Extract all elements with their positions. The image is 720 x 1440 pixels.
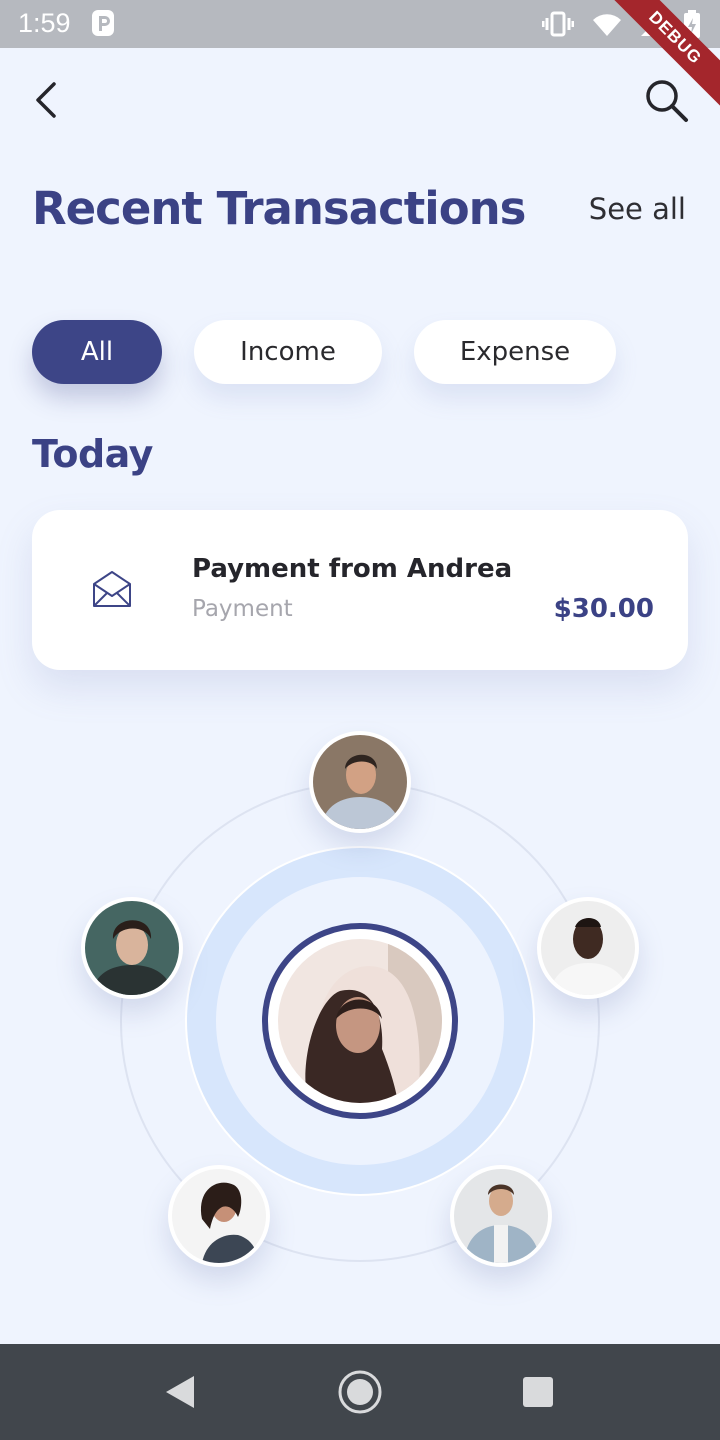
back-button[interactable] xyxy=(24,76,72,124)
recents-square-icon[interactable] xyxy=(514,1368,562,1416)
search-icon xyxy=(646,80,688,122)
status-bar: 1:59 xyxy=(0,0,720,48)
transaction-card[interactable]: Payment from Andrea Payment $30.00 xyxy=(32,510,688,670)
see-all-link[interactable]: See all xyxy=(589,192,686,226)
avatar-center[interactable] xyxy=(262,923,458,1119)
filter-chip-income[interactable]: Income xyxy=(194,320,382,384)
avatar-bottom-left-photo xyxy=(172,1169,266,1263)
vibrate-icon xyxy=(542,11,574,37)
chevron-left-icon xyxy=(36,82,56,118)
filter-chip-expense[interactable]: Expense xyxy=(414,320,616,384)
envelope-icon xyxy=(93,571,131,607)
parking-icon xyxy=(92,10,114,36)
avatar-right-photo xyxy=(541,901,635,995)
wifi-icon xyxy=(593,14,621,37)
avatar-bottom-right-photo xyxy=(454,1169,548,1263)
avatar-bottom-right[interactable] xyxy=(450,1165,552,1267)
avatar-left-photo xyxy=(85,901,179,995)
section-title-today: Today xyxy=(32,432,153,476)
avatar-top[interactable] xyxy=(309,731,411,833)
home-circle-icon[interactable] xyxy=(336,1368,384,1416)
back-triangle-icon[interactable] xyxy=(156,1368,204,1416)
filter-chip-all[interactable]: All xyxy=(32,320,162,384)
avatar-top-photo xyxy=(313,735,407,829)
transaction-type: Payment xyxy=(192,596,293,622)
transaction-title: Payment from Andrea xyxy=(192,554,513,584)
avatar-right[interactable] xyxy=(537,897,639,999)
search-button[interactable] xyxy=(640,74,692,126)
avatar-center-photo xyxy=(278,939,442,1103)
avatar-bottom-left[interactable] xyxy=(168,1165,270,1267)
system-nav-bar xyxy=(0,1344,720,1440)
status-time: 1:59 xyxy=(18,8,71,38)
transaction-amount: $30.00 xyxy=(553,594,654,624)
avatar-left[interactable] xyxy=(81,897,183,999)
page-title: Recent Transactions xyxy=(32,182,526,235)
